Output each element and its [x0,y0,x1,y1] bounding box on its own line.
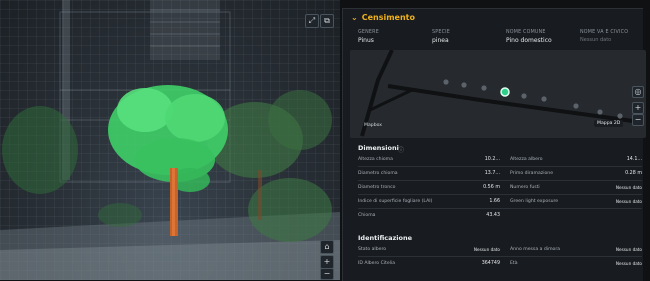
map-locate-button[interactable]: ◎ [632,86,644,98]
row-label: Indice di superficie fogliare (LAI) [358,199,433,204]
row-label: Numero fusti [510,185,540,190]
row-label: Green light exposure [510,199,559,204]
row-label: Stato albero [358,247,387,252]
map-2d-toggle[interactable]: Mappa 2D [594,120,624,127]
row-label: Età [510,261,518,266]
field-value-specie: pinea [432,37,449,44]
point-cloud-scene [0,0,340,280]
row-value: 364749 [481,261,500,266]
map-zoom-in-button[interactable]: + [632,102,644,114]
point-cloud-viewer[interactable]: ⤢ ⧉ ⌂ + − [0,0,340,280]
field-label-nome-via: NOME VA E CIVICO [580,30,629,35]
row-value: 1.66 [489,199,500,204]
fullscreen-button[interactable]: ⤢ [305,14,319,28]
field-label-nome-comune: NOME COMUNE [506,30,546,35]
row-label: Diametro chioma [358,171,398,176]
info-icon[interactable]: ⓘ [398,145,404,154]
field-value-nome-comune: Pino domestico [506,37,552,44]
row-value: 0.56 m [483,185,500,190]
divider [358,166,642,167]
location-map[interactable]: Mapbox Mappa 2D ◎ + − [350,50,646,138]
row-value: Nessun dato [615,247,642,252]
row-value: Nessun dato [615,261,642,266]
row-value: Nessun dato [615,199,642,204]
row-value: 14.1... [626,157,642,162]
row-label: Anno messa a dimora [510,247,561,252]
divider [358,180,642,181]
row-value: Nessun dato [473,247,500,252]
section-title-dimensioni: Dimensioni [358,144,399,152]
row-label: Primo diramazione [510,171,554,176]
field-label-specie: SPECIE [432,30,450,35]
field-value-genere: Pinus [358,37,374,44]
chevron-down-icon: ⌄ [351,13,358,22]
section-title-identificazione: Identificazione [358,234,413,242]
home-view-button[interactable]: ⌂ [320,240,334,254]
row-label: Altezza albero [510,157,543,162]
row-label: Chioma [358,213,376,218]
row-value: 10.2... [484,157,500,162]
zoom-out-button[interactable]: − [320,268,334,280]
divider [358,194,642,195]
row-value: 43.43 [486,213,500,218]
row-label: Altezza chioma [358,157,393,162]
field-value-nome-via: Nessun dato [580,37,612,43]
section-header-censimento[interactable]: ⌄ Censimento [351,13,415,22]
zoom-in-button[interactable]: + [320,255,334,269]
map-zoom-out-button[interactable]: − [632,114,644,126]
row-label: ID Albero Citelia [358,261,396,266]
row-value: 0.28 m [625,171,642,176]
layers-button[interactable]: ⧉ [320,14,334,28]
divider [358,256,642,257]
row-value: 13.7... [484,171,500,176]
panel-title: Censimento [361,13,415,22]
divider [358,208,642,209]
row-label: Diametro tronco [358,185,396,190]
row-value: Nessun dato [615,185,642,190]
map-attribution[interactable]: Mapbox [364,123,382,128]
field-label-genere: GENERE [358,30,379,35]
